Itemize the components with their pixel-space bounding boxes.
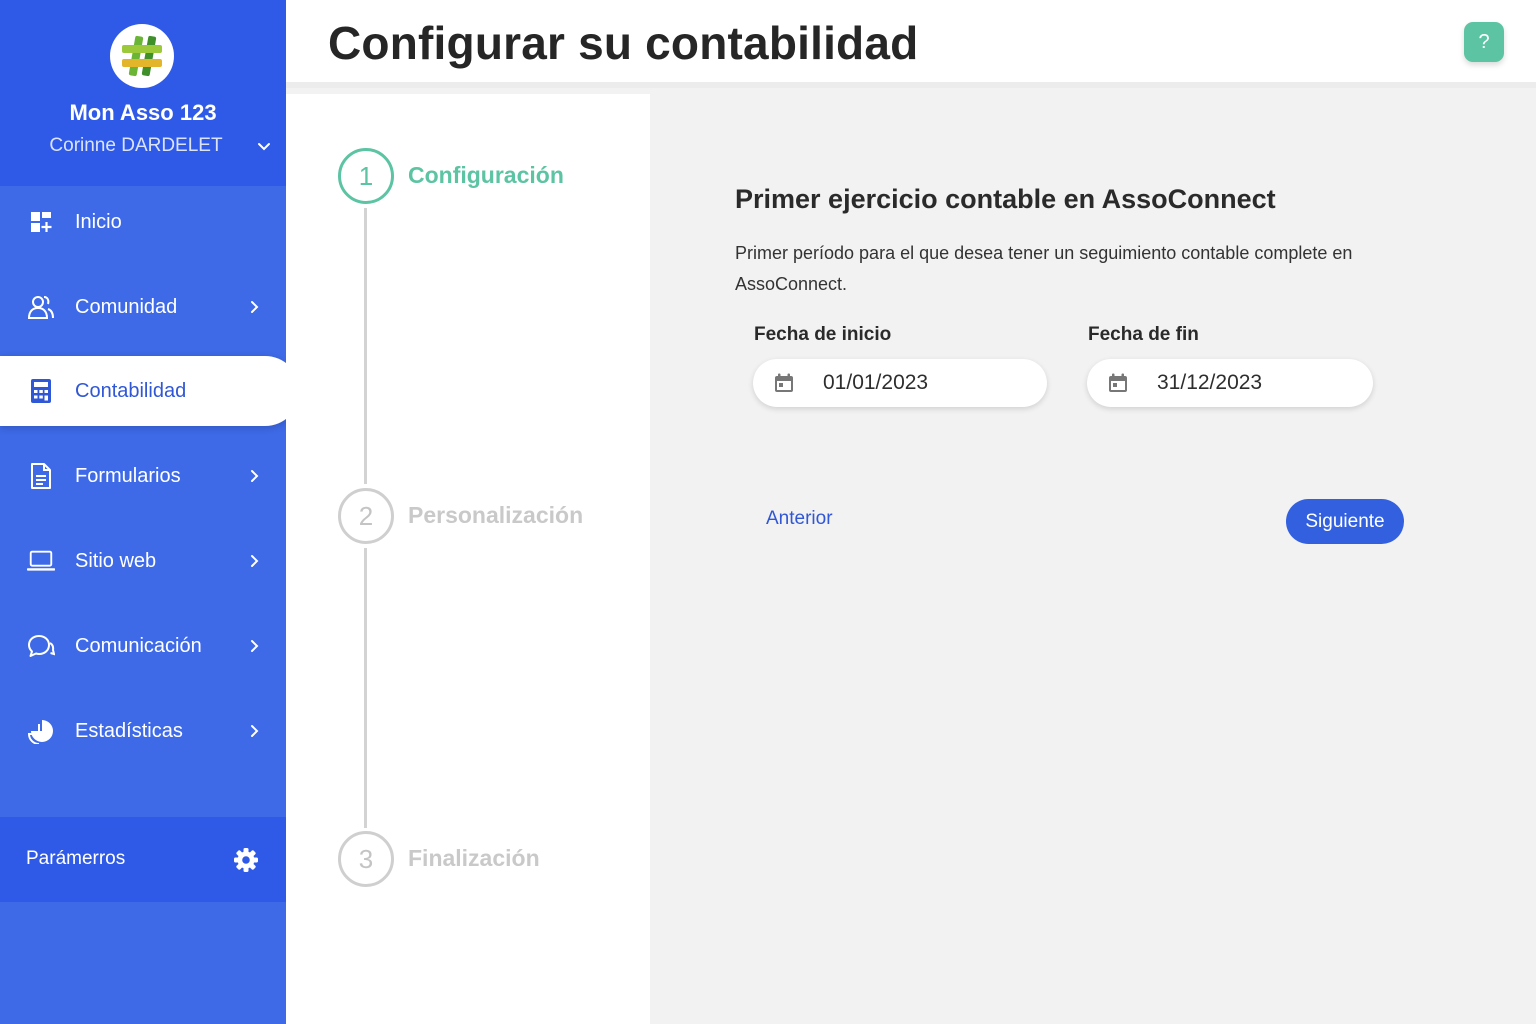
sidebar: Mon Asso 123 Corinne DARDELET Inicio Com… <box>0 0 300 1024</box>
calendar-icon <box>1109 373 1127 392</box>
sidebar-item-comunicacion[interactable]: Comunicación <box>0 611 286 681</box>
previous-button[interactable]: Anterior <box>766 508 833 530</box>
user-name[interactable]: Corinne DARDELET <box>0 135 272 157</box>
sidebar-item-inicio[interactable]: Inicio <box>0 187 286 257</box>
section-title: Primer ejercicio contable en AssoConnect <box>735 184 1276 214</box>
sidebar-item-label: Comunidad <box>75 295 178 318</box>
sidebar-item-label: Inicio <box>75 210 122 233</box>
sidebar-item-sitio-web[interactable]: Sitio web <box>0 526 286 596</box>
chevron-right-icon <box>251 725 259 737</box>
help-icon: ? <box>1478 30 1490 53</box>
sidebar-item-label: Estadísticas <box>75 719 183 742</box>
step-number: 3 <box>358 843 374 874</box>
step-2-label: Personalización <box>408 502 584 528</box>
organization-logo-icon[interactable] <box>110 24 174 88</box>
main-content: Primer ejercicio contable en AssoConnect… <box>650 94 1536 1024</box>
help-button[interactable]: ? <box>1464 22 1504 62</box>
laptop-icon <box>27 547 55 575</box>
step-3-label: Finalización <box>408 845 540 871</box>
start-date-value: 01/01/2023 <box>823 371 929 394</box>
sidebar-item-contabilidad[interactable]: Contabilidad <box>0 356 300 426</box>
sidebar-item-estadisticas[interactable]: Estadísticas <box>0 696 286 766</box>
start-date-label: Fecha de inicio <box>754 324 892 345</box>
chevron-down-icon[interactable] <box>256 138 272 154</box>
pie-chart-icon <box>27 717 55 745</box>
organization-header: Mon Asso 123 Corinne DARDELET <box>0 0 286 186</box>
calculator-icon <box>27 377 55 405</box>
sidebar-item-label: Comunicación <box>75 634 202 657</box>
step-3-indicator: 3 <box>338 831 394 887</box>
step-connector <box>364 208 367 484</box>
chevron-right-icon <box>251 555 259 567</box>
calendar-icon <box>775 373 793 392</box>
section-description: Primer período para el que desea tener u… <box>735 243 1353 294</box>
step-1-label: Configuración <box>408 162 564 188</box>
sidebar-item-label: Contabilidad <box>75 379 187 402</box>
document-icon <box>27 462 55 490</box>
chevron-right-icon <box>251 640 259 652</box>
users-icon <box>27 293 55 321</box>
chat-icon <box>27 632 55 660</box>
step-2-indicator: 2 <box>338 488 394 544</box>
end-date-value: 31/12/2023 <box>1157 371 1263 394</box>
sidebar-item-comunidad[interactable]: Comunidad <box>0 272 286 342</box>
sidebar-item-label: Sitio web <box>75 549 157 572</box>
chevron-right-icon <box>251 470 259 482</box>
next-button[interactable]: Siguiente <box>1286 499 1404 544</box>
step-number: 1 <box>358 160 374 191</box>
chevron-right-icon <box>251 301 259 313</box>
end-date-field[interactable]: 31/12/2023 <box>1087 359 1373 407</box>
page-title: Configurar su contabilidad <box>328 17 919 69</box>
end-date-label: Fecha de fin <box>1088 324 1199 345</box>
step-connector <box>364 548 367 828</box>
next-button-label: Siguiente <box>1305 510 1385 532</box>
dashboard-icon <box>27 208 55 236</box>
gear-icon[interactable] <box>233 847 259 873</box>
start-date-field[interactable]: 01/01/2023 <box>753 359 1047 407</box>
step-1-indicator: 1 <box>338 148 394 204</box>
wizard-stepper: 1 Configuración 2 Personalización 3 Fina… <box>286 94 650 1024</box>
sidebar-item-label: Formularios <box>75 464 181 487</box>
organization-name: Mon Asso 123 <box>69 100 217 125</box>
step-number: 2 <box>358 500 374 531</box>
sidebar-item-formularios[interactable]: Formularios <box>0 441 286 511</box>
settings-label: Parámerros <box>26 848 126 869</box>
page-header: Configurar su contabilidad ? <box>286 0 1536 88</box>
